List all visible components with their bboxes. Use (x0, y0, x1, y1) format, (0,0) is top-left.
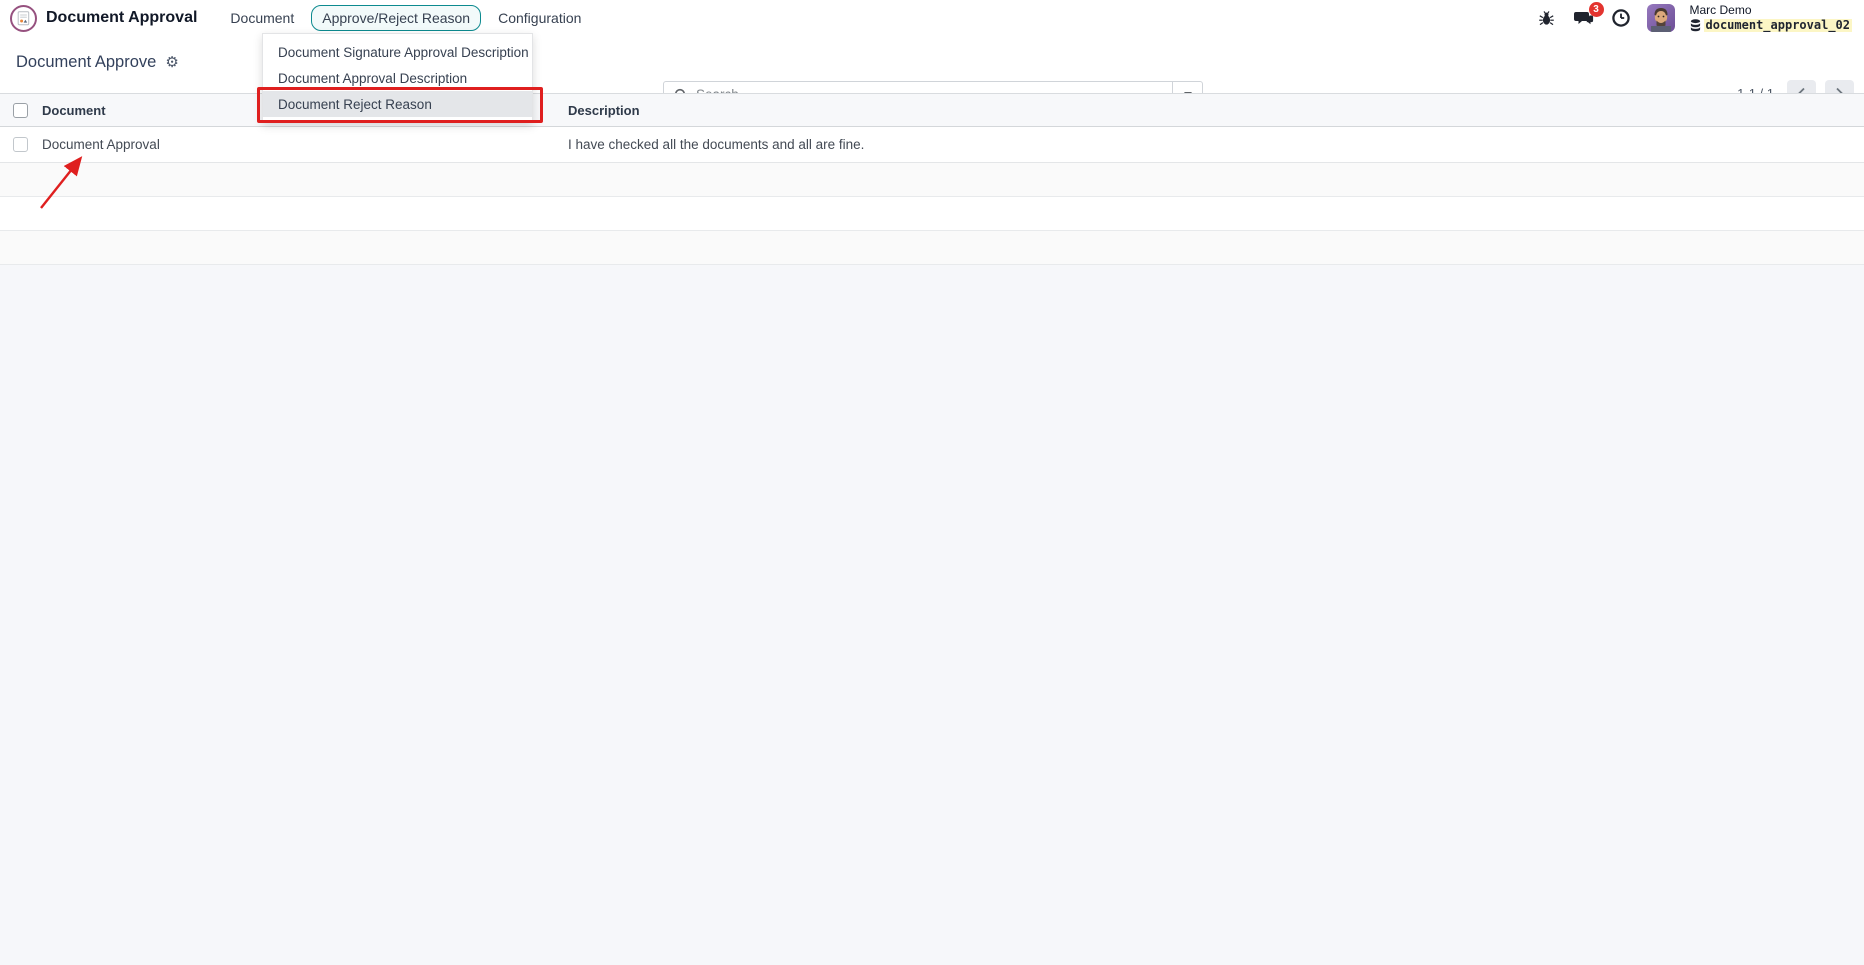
user-menu[interactable]: Marc Demo document_approval_02 (1689, 2, 1852, 33)
menu-configuration[interactable]: Configuration (487, 5, 592, 31)
user-name: Marc Demo (1689, 2, 1752, 17)
app-name[interactable]: Document Approval (46, 9, 197, 27)
messages-count-badge: 3 (1588, 2, 1604, 17)
user-avatar[interactable] (1646, 4, 1675, 32)
screen: Document Approval Document Approve/Rejec… (0, 0, 1864, 965)
dropdown-item-document-reject-reason[interactable]: Document Reject Reason (263, 91, 532, 117)
app-logo-icon[interactable] (10, 4, 37, 32)
dropdown-item-document-signature-approval-description[interactable]: Document Signature Approval Description (263, 39, 532, 65)
empty-row (0, 197, 1864, 231)
row-checkbox[interactable] (13, 137, 28, 152)
cell-document[interactable]: Document Approval (42, 137, 568, 152)
messages-icon[interactable]: 3 (1573, 2, 1604, 29)
empty-row (0, 231, 1864, 265)
top-navbar: Document Approval Document Approve/Rejec… (0, 0, 1864, 36)
database-name: document_approval_02 (1703, 17, 1852, 33)
breadcrumb: Document Approve ⚙ (16, 53, 179, 72)
column-header-description[interactable]: Description (568, 103, 1864, 118)
document-app-glyph (17, 10, 30, 25)
empty-row (0, 163, 1864, 197)
approve-reject-reason-dropdown: Document Signature Approval Description … (262, 33, 533, 123)
menu-document[interactable]: Document (219, 5, 305, 31)
gear-icon[interactable]: ⚙ (165, 55, 178, 70)
menubar: Document Approve/Reject Reason Configura… (219, 5, 592, 31)
table-row[interactable]: Document Approval I have checked all the… (0, 127, 1864, 163)
systray: 3 Marc Demo document_approval_02 (1536, 2, 1857, 33)
database-icon (1690, 19, 1700, 32)
menu-approve-reject-reason[interactable]: Approve/Reject Reason (311, 5, 482, 31)
page-title: Document Approve (16, 53, 157, 71)
dropdown-item-document-approval-description[interactable]: Document Approval Description (263, 65, 532, 91)
activity-clock-icon[interactable] (1610, 7, 1632, 29)
cell-description[interactable]: I have checked all the documents and all… (568, 137, 1864, 152)
select-all-checkbox[interactable] (13, 102, 28, 118)
header-checkbox-cell (0, 102, 42, 118)
row-checkbox-cell (0, 137, 42, 152)
bug-icon[interactable] (1536, 7, 1558, 29)
database-badge: document_approval_02 (1690, 17, 1852, 33)
